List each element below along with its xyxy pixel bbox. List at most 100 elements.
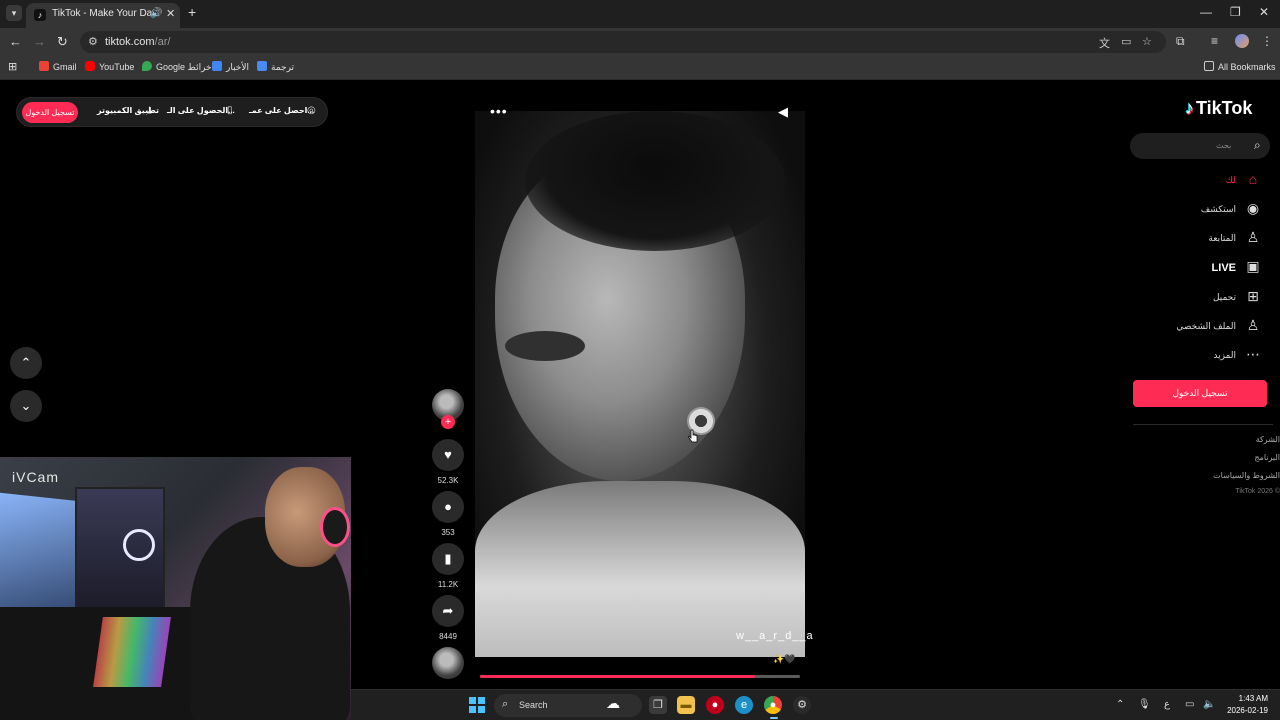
nav-label: تحميل xyxy=(1212,292,1236,302)
bookmark-star-icon[interactable]: ☆ xyxy=(1142,35,1152,48)
microphone-icon[interactable]: 🎙 xyxy=(1138,699,1151,710)
windows-start-icon[interactable] xyxy=(469,697,485,713)
like-button[interactable]: ♥ xyxy=(432,439,464,471)
chrome-icon[interactable]: ● xyxy=(764,696,782,719)
home-icon: ⌂ xyxy=(1248,171,1258,187)
nav-label: المزيد xyxy=(1213,350,1236,360)
webcam-label: iVCam xyxy=(12,469,60,485)
video-progress-fill xyxy=(480,675,756,678)
nav-profile[interactable]: الملف الشخصي ♙ xyxy=(1130,315,1266,339)
bookmark-translate[interactable]: ترجمة xyxy=(257,61,294,73)
webcam-ring-light xyxy=(123,529,155,561)
webcam-keyboard xyxy=(93,617,171,687)
tiktok-note-icon: ♪ xyxy=(1185,98,1194,118)
app-red-icon[interactable]: ● xyxy=(706,696,724,714)
follow-plus-icon[interactable]: + xyxy=(441,415,455,429)
apps-grid-icon[interactable]: ⊞ xyxy=(8,60,17,73)
bookmark-label: YouTube xyxy=(99,62,135,72)
news-icon xyxy=(212,61,222,71)
footer-program-link[interactable]: البرنامج xyxy=(1254,453,1280,462)
sidebar-login-button[interactable]: تسجيل الدخول xyxy=(1133,380,1267,407)
media-control-icon[interactable]: ≡ xyxy=(1211,34,1218,48)
chevron-up-icon: ⌃ xyxy=(20,355,32,370)
bookmark-news[interactable]: الأخبار xyxy=(212,61,249,73)
nav-for-you[interactable]: لك ⌂ xyxy=(1130,169,1266,193)
all-bookmarks[interactable]: All Bookmarks xyxy=(1204,61,1276,72)
search-icon: ⌕ xyxy=(502,698,509,710)
get-coins-link[interactable]: احصل على عمـ... xyxy=(249,106,314,115)
more-icon: ⋯ xyxy=(1246,346,1260,362)
top-login-button[interactable]: تسجيل الدخول xyxy=(22,102,78,123)
bookmark-label: Google خرائط xyxy=(156,62,212,72)
edge-icon[interactable]: e xyxy=(735,696,753,714)
gmail-icon xyxy=(39,61,49,71)
video-progress-bar[interactable] xyxy=(480,675,800,678)
address-bar[interactable]: ⚙ tiktok.com/ar/ 文 ▭ ☆ xyxy=(80,31,1166,53)
window-close-icon[interactable]: ✕ xyxy=(1259,5,1269,19)
bookmark-label: الأخبار xyxy=(226,62,250,72)
tab-search-chevron-icon[interactable]: ▾ xyxy=(6,5,22,21)
file-explorer-icon[interactable]: ▬ xyxy=(677,696,695,714)
bookmark-gmail[interactable]: Gmail xyxy=(39,61,77,72)
bookmark-youtube[interactable]: YouTube xyxy=(85,61,134,72)
coin-icon: ◎ xyxy=(307,105,316,116)
sound-disc-avatar[interactable] xyxy=(432,647,464,679)
nav-live[interactable]: LIVE ▣ xyxy=(1130,256,1266,280)
profile-avatar-icon[interactable] xyxy=(1235,34,1249,48)
volume-icon[interactable]: ◀ xyxy=(778,104,788,120)
minimize-icon[interactable]: — xyxy=(1200,5,1212,19)
cast-icon[interactable]: ▭ xyxy=(1121,35,1131,48)
share-arrow-icon: ➦ xyxy=(442,603,454,618)
restore-icon[interactable]: ❐ xyxy=(1230,5,1241,19)
video-username[interactable]: w__a_r_d__a xyxy=(736,630,814,642)
nav-explore[interactable]: استكشف ◉ xyxy=(1130,198,1266,222)
clock-date[interactable]: 2026-02-19 xyxy=(1227,706,1268,715)
like-count: 52.3K xyxy=(437,476,459,485)
speaker-icon[interactable]: 🔊 xyxy=(150,8,162,19)
nav-upload[interactable]: تحميل ⊞ xyxy=(1130,286,1266,310)
search-icon[interactable]: ⌕ xyxy=(1254,138,1261,153)
settings-gear-icon[interactable]: ⚙ xyxy=(793,696,811,714)
kebab-menu-icon[interactable]: ⋮ xyxy=(1261,34,1273,48)
share-count: 8449 xyxy=(439,632,457,641)
new-tab-plus-icon[interactable]: + xyxy=(188,4,196,20)
browser-tab[interactable]: ♪ TikTok - Make Your Day 🔊 ✕ xyxy=(26,3,180,28)
network-icon[interactable]: ▭ xyxy=(1185,699,1194,710)
taskbar-search[interactable]: ⌕ Search ☁ xyxy=(494,694,642,717)
previous-video-button[interactable]: ⌃ xyxy=(10,347,42,379)
compass-icon: ◉ xyxy=(1246,200,1260,216)
extensions-icon[interactable]: ⧉ xyxy=(1176,34,1185,49)
video-player[interactable] xyxy=(475,111,805,657)
translate-icon[interactable]: 文 xyxy=(1099,35,1110,51)
reload-icon[interactable]: ↻ xyxy=(57,34,68,50)
bookmark-maps[interactable]: Google خرائط xyxy=(142,61,212,73)
comment-button[interactable]: ● xyxy=(432,491,464,523)
next-video-button[interactable]: ⌄ xyxy=(10,390,42,422)
url-text: tiktok.com/ar/ xyxy=(105,36,170,48)
back-arrow-icon[interactable]: ← xyxy=(9,34,22,49)
share-button[interactable]: ➦ xyxy=(432,595,464,627)
volume-tray-icon[interactable]: 🔈 xyxy=(1203,699,1215,710)
clock-time[interactable]: 1:43 AM xyxy=(1239,694,1268,703)
nav-more[interactable]: المزيد ⋯ xyxy=(1130,344,1266,368)
tray-chevron-up-icon[interactable]: ⌃ xyxy=(1116,699,1124,710)
forward-arrow-icon[interactable]: → xyxy=(33,34,46,49)
save-button[interactable]: ▮ xyxy=(432,543,464,575)
nav-label: LIVE xyxy=(1211,262,1236,274)
task-view-icon[interactable]: ❐ xyxy=(649,696,667,714)
search-input[interactable]: بحث ⌕ xyxy=(1130,133,1270,159)
video-frame-lips xyxy=(505,331,585,361)
site-info-icon[interactable]: ⚙ xyxy=(88,35,98,48)
footer-terms-link[interactable]: الشروط والسياسات xyxy=(1213,471,1280,480)
windows-taskbar: ⌕ Search ☁ ❐ ▬ ● e ● ⚙ ⌃ 🎙 ع ▭ 🔈 1:43 AM… xyxy=(351,689,1280,720)
footer-company-link[interactable]: الشركة xyxy=(1256,435,1280,444)
nav-following[interactable]: المتابعة ♙ xyxy=(1130,227,1266,251)
tab-close-icon[interactable]: ✕ xyxy=(166,7,175,20)
url-path: /ar/ xyxy=(154,36,171,48)
heart-icon: ♥ xyxy=(444,447,452,462)
maps-pin-icon xyxy=(142,61,152,71)
get-app-link[interactable]: الحصول على الـ... xyxy=(167,106,235,115)
tiktok-logo[interactable]: ♪ TikTok xyxy=(1185,98,1252,119)
input-language[interactable]: ع xyxy=(1164,699,1170,710)
video-more-options-icon[interactable]: ••• xyxy=(490,103,508,119)
